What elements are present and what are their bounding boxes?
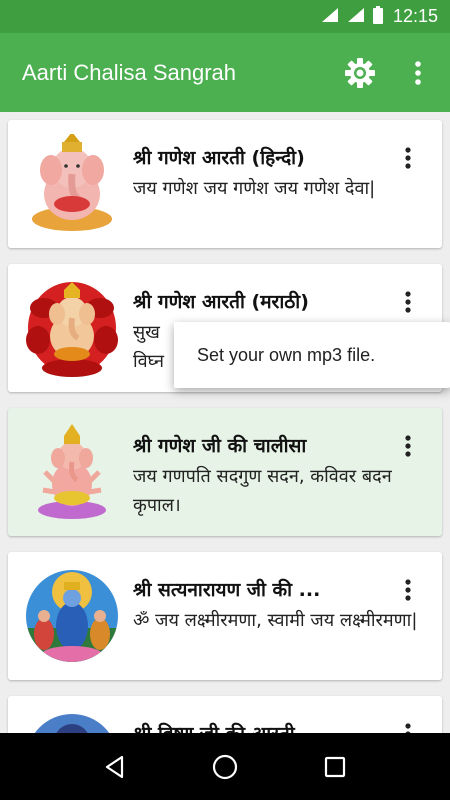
ganesh-image <box>22 422 122 522</box>
set-mp3-menu-item[interactable]: Set your own mp3 file. <box>197 345 375 366</box>
item-description: जय गणपति सदगुण सदन, कविवर बदन कृपाल। <box>133 466 392 516</box>
satyanarayan-image <box>22 566 122 666</box>
overflow-menu-button[interactable] <box>398 53 438 93</box>
aarti-list[interactable]: श्री गणेश आरती (हिन्दी) जय गणेश जय गणेश … <box>0 112 450 733</box>
navigation-bar <box>0 733 450 800</box>
list-item[interactable]: श्री गणेश जी की चालीसा जय गणपति सदगुण सद… <box>8 408 442 536</box>
overflow-menu-icon <box>405 723 411 733</box>
ganesh-image <box>22 278 122 378</box>
item-title: श्री सत्यनारायण जी की ... <box>133 579 321 601</box>
overflow-menu-icon <box>415 60 421 85</box>
recents-icon <box>324 756 346 777</box>
roaming-icon: R <box>347 7 365 27</box>
gear-icon <box>345 57 375 88</box>
home-icon <box>212 754 238 779</box>
back-icon <box>105 755 124 778</box>
overflow-menu-icon <box>405 435 411 457</box>
back-button[interactable] <box>93 745 137 789</box>
overflow-menu-icon <box>405 291 411 313</box>
item-title: श्री विष्णु जी की आरती <box>133 720 398 733</box>
item-menu-button[interactable] <box>396 574 420 606</box>
item-description: जय गणेश जय गणेश जय गणेश देवा| <box>133 178 376 199</box>
item-menu-button[interactable] <box>396 142 420 174</box>
item-menu-button[interactable] <box>396 430 420 462</box>
item-title: श्री गणेश आरती (मराठी) <box>133 291 309 313</box>
signal-icon <box>321 7 339 27</box>
battery-icon <box>372 5 383 28</box>
home-button[interactable] <box>203 745 247 789</box>
item-menu-button[interactable] <box>396 286 420 318</box>
list-item[interactable]: श्री विष्णु जी की आरती <box>8 696 442 733</box>
item-title: श्री गणेश आरती (हिन्दी) <box>133 147 305 169</box>
recents-button[interactable] <box>313 745 357 789</box>
overflow-menu-icon <box>405 579 411 601</box>
svg-text:R: R <box>352 10 357 17</box>
status-bar: R 12:15 <box>0 0 450 33</box>
item-title: श्री गणेश जी की चालीसा <box>133 435 307 457</box>
ganesh-image <box>22 134 122 234</box>
overflow-menu-icon <box>405 147 411 169</box>
item-menu-button[interactable] <box>396 718 420 733</box>
status-time: 12:15 <box>392 6 438 26</box>
list-item[interactable]: श्री गणेश आरती (हिन्दी) जय गणेश जय गणेश … <box>8 120 442 248</box>
popup-menu: Set your own mp3 file. <box>174 322 450 388</box>
list-item[interactable]: श्री सत्यनारायण जी की ... ॐ जय लक्ष्मीरम… <box>8 552 442 680</box>
settings-button[interactable] <box>340 53 380 93</box>
app-bar: Aarti Chalisa Sangrah <box>0 33 450 112</box>
item-description: ॐ जय लक्ष्मीरमणा, स्वामी जय लक्ष्मीरमणा| <box>133 610 418 631</box>
app-title: Aarti Chalisa Sangrah <box>22 59 237 85</box>
vishnu-image <box>22 710 122 733</box>
